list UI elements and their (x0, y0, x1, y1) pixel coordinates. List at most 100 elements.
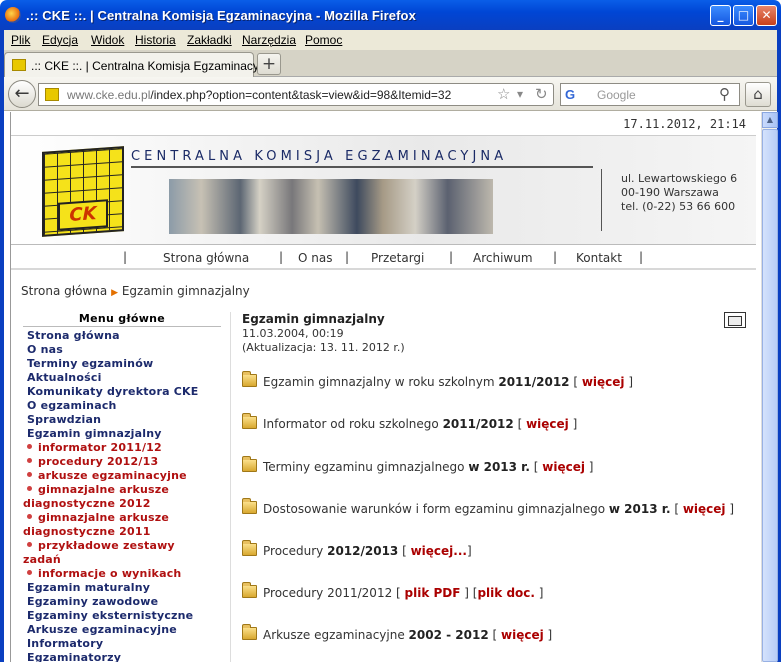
more-link[interactable]: więcej (582, 375, 625, 389)
tab-cke[interactable]: .:: CKE ::. | Centralna Komisja Egzamina… (4, 52, 275, 77)
folder-icon (242, 371, 257, 387)
sidebar-subitem[interactable]: przykładowe zestawy (23, 539, 221, 553)
menu-pomoc[interactable]: Pomoc (305, 33, 342, 47)
reload-icon[interactable]: ↻ (535, 85, 548, 103)
sidebar-item[interactable]: Egzaminatorzy (23, 651, 221, 662)
menu-narzedzia[interactable]: Narzędzia (242, 33, 296, 47)
nav-separator: | (345, 250, 350, 264)
site-favicon (45, 88, 59, 101)
search-box[interactable]: G Google ⚲ (560, 83, 740, 106)
nav-separator: | (279, 250, 284, 264)
sidebar-item-label: diagnostyczne 2012 (23, 497, 151, 510)
more-link[interactable]: plik doc. (477, 586, 534, 600)
history-dropdown-icon[interactable]: ▾ (517, 87, 523, 101)
sidebar-item-label: Sprawdzian (27, 413, 102, 426)
header-divider (131, 166, 593, 168)
sidebar-item-label: O nas (27, 343, 63, 356)
folder-icon (242, 582, 257, 598)
scroll-up-arrow-icon[interactable]: ▲ (762, 112, 778, 128)
more-link[interactable]: więcej (683, 502, 726, 516)
bullet-icon (27, 444, 32, 449)
firefox-icon (5, 7, 21, 23)
bracket: ] [ (460, 586, 478, 600)
back-button[interactable]: ← (8, 80, 36, 108)
bookmark-star-icon[interactable]: ☆ (497, 85, 510, 103)
print-icon[interactable] (724, 312, 746, 328)
menu-bar: Plik Edycja Widok Historia Zakładki Narz… (0, 30, 781, 50)
sidebar-subitem[interactable]: informator 2011/12 (23, 441, 221, 455)
address-street: ul. Lewartowskiego 6 (621, 172, 738, 185)
nav-kontakt[interactable]: Kontakt (576, 251, 622, 265)
close-button[interactable]: ✕ (756, 5, 777, 26)
more-link[interactable]: więcej (501, 628, 544, 642)
menu-plik[interactable]: Plik (11, 33, 30, 47)
sidebar-item[interactable]: O nas (23, 343, 221, 357)
item-prefix: Procedury (263, 544, 328, 558)
more-link[interactable]: więcej... (411, 544, 467, 558)
item-bold: w 2013 r. (468, 460, 530, 474)
item-bold: 2011/2012 (442, 417, 514, 431)
breadcrumb-arrow-icon: ▶ (111, 288, 118, 298)
breadcrumb-home[interactable]: Strona główna (21, 284, 107, 298)
sidebar-item-label: diagnostyczne 2011 (23, 525, 151, 538)
sidebar-item[interactable]: Strona główna (23, 329, 221, 343)
bullet-icon (27, 514, 32, 519)
nav-strona-glowna[interactable]: Strona główna (163, 251, 249, 265)
sidebar-subitem-continued[interactable]: diagnostyczne 2011 (23, 525, 221, 539)
item-bold: 2012/2013 (327, 544, 399, 558)
item-prefix: Dostosowanie warunków i form egzaminu gi… (263, 502, 609, 516)
sidebar-subitem[interactable]: gimnazjalne arkusze (23, 511, 221, 525)
menu-edycja[interactable]: Edycja (42, 33, 78, 47)
more-link[interactable]: plik PDF (405, 586, 461, 600)
menu-zakladki[interactable]: Zakładki (187, 33, 232, 47)
nav-separator: | (553, 250, 558, 264)
sidebar-item[interactable]: Sprawdzian (23, 413, 221, 427)
scrollbar-thumb[interactable] (762, 129, 778, 662)
breadcrumb: Strona główna ▶ Egzamin gimnazjalny (21, 284, 250, 298)
url-bar[interactable]: www.cke.edu.pl/index.php?option=content&… (38, 83, 554, 106)
maximize-button[interactable]: □ (733, 5, 754, 26)
more-link[interactable]: więcej (542, 460, 585, 474)
sidebar-item[interactable]: Egzamin gimnazjalny (23, 427, 221, 441)
more-link[interactable]: więcej (526, 417, 569, 431)
sidebar-item[interactable]: Arkusze egzaminacyjne (23, 623, 221, 637)
menu-historia[interactable]: Historia (135, 33, 176, 47)
sidebar-item[interactable]: Egzamin maturalny (23, 581, 221, 595)
nav-archiwum[interactable]: Archiwum (473, 251, 533, 265)
cke-logo[interactable]: CK (42, 146, 124, 237)
nav-separator: | (639, 250, 644, 264)
nav-przetargi[interactable]: Przetargi (371, 251, 424, 265)
sidebar-subitem[interactable]: arkusze egzaminacyjne (23, 469, 221, 483)
vertical-scrollbar[interactable]: ▲ (761, 112, 778, 662)
sidebar-subitem-continued[interactable]: zadań (23, 553, 221, 567)
sidebar-item-label: Egzaminy eksternistyczne (27, 609, 194, 622)
google-engine-icon[interactable]: G (565, 87, 575, 102)
minimize-button[interactable]: _ (710, 5, 731, 26)
sidebar-item[interactable]: O egzaminach (23, 399, 221, 413)
search-magnifier-icon[interactable]: ⚲ (719, 85, 730, 103)
sidebar-subitem[interactable]: informacje o wynikach (23, 567, 221, 581)
address-phone: tel. (0-22) 53 66 600 (621, 200, 736, 213)
nav-o-nas[interactable]: O nas (298, 251, 332, 265)
sidebar-item-label: gimnazjalne arkusze (38, 511, 170, 524)
new-tab-button[interactable]: + (257, 53, 281, 75)
sidebar-subitem-continued[interactable]: diagnostyczne 2012 (23, 497, 221, 511)
sidebar-item[interactable]: Terminy egzaminów (23, 357, 221, 371)
sidebar-subitem[interactable]: gimnazjalne arkusze (23, 483, 221, 497)
bracket: [ (398, 544, 411, 558)
address-city: 00-190 Warszawa (621, 186, 719, 199)
content-item-text: Informator od roku szkolnego 2011/2012 [… (263, 417, 577, 431)
home-button[interactable]: ⌂ (745, 82, 771, 107)
sidebar-item[interactable]: Egzaminy zawodowe (23, 595, 221, 609)
organization-name: CENTRALNA KOMISJA EGZAMINACYJNA (131, 149, 508, 164)
sidebar-item[interactable]: Aktualności (23, 371, 221, 385)
sidebar-item-label: Aktualności (27, 371, 102, 384)
sidebar-item[interactable]: Egzaminy eksternistyczne (23, 609, 221, 623)
sidebar-subitem[interactable]: procedury 2012/13 (23, 455, 221, 469)
menu-widok[interactable]: Widok (91, 33, 124, 47)
sidebar-item[interactable]: Informatory (23, 637, 221, 651)
bracket: ] (534, 586, 544, 600)
bracket: [ (529, 460, 543, 474)
sidebar-item[interactable]: Komunikaty dyrektora CKE (23, 385, 221, 399)
content-item-text: Egzamin gimnazjalny w roku szkolnym 2011… (263, 375, 633, 389)
